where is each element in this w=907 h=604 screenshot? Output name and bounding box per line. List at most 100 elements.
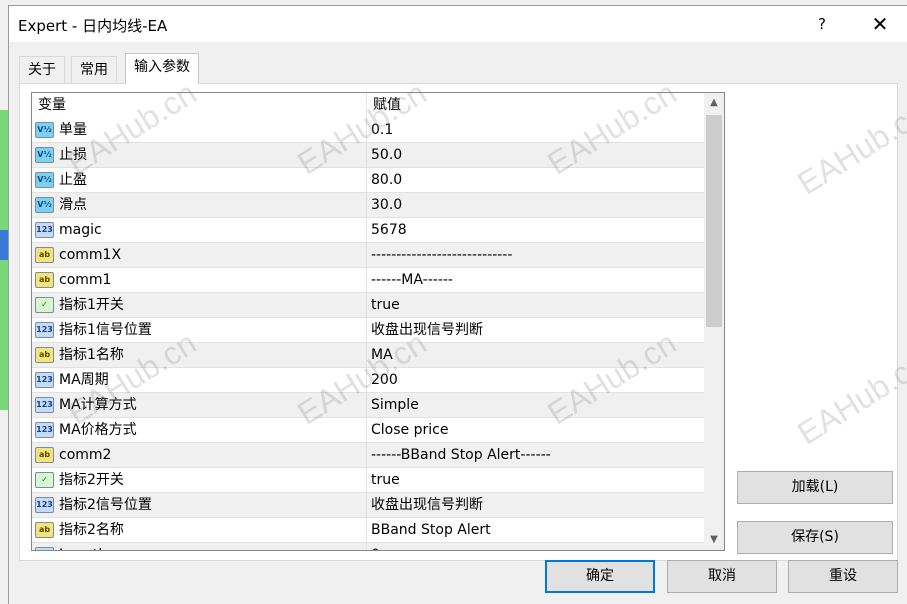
table-row[interactable]: 123 magic 5678 [32, 218, 704, 243]
parameter-name: comm1X [59, 247, 122, 263]
string-type-icon: ab [35, 247, 54, 263]
window-title: Expert - 日内均线-EA [18, 17, 168, 35]
parameter-value[interactable]: 0.1 [371, 118, 393, 142]
parameter-name: 指标1名称 [59, 347, 124, 363]
tab-inputs[interactable]: 输入参数 [125, 53, 199, 84]
tab-about[interactable]: 关于 [19, 56, 65, 83]
scroll-thumb[interactable] [706, 115, 722, 327]
parameter-name: 止盈 [59, 172, 87, 188]
parameter-value[interactable]: ---------------------------- [371, 243, 512, 267]
parameter-value[interactable]: 收盘出现信号判断 [371, 318, 483, 342]
cell-divider [366, 543, 367, 550]
table-row[interactable]: ✓ 指标1开关 true [32, 293, 704, 318]
grid-rows: V½ 单量 0.1 V½ 止损 50.0 V½ 止盈 80.0 V½ 滑点 30.0 123 magic 5… [32, 118, 704, 550]
cell-divider [366, 418, 367, 442]
table-row[interactable]: 123 指标1信号位置 收盘出现信号判断 [32, 318, 704, 343]
table-row[interactable]: ✓ 指标2开关 true [32, 468, 704, 493]
cell-divider [366, 393, 367, 417]
parameter-value[interactable]: Simple [371, 393, 419, 417]
parameter-value[interactable]: BBand Stop Alert [371, 518, 491, 542]
double-type-icon: V½ [35, 122, 54, 138]
cell-divider [366, 118, 367, 142]
bool-type-icon: ✓ [35, 297, 54, 313]
table-row[interactable]: 123 Length 0 [32, 543, 704, 550]
parameter-value[interactable]: 200 [371, 368, 398, 392]
table-row[interactable]: ab comm1X ---------------------------- [32, 243, 704, 268]
tab-common[interactable]: 常用 [71, 56, 117, 83]
cell-divider [366, 268, 367, 292]
parameter-value[interactable]: 5678 [371, 218, 407, 242]
cell-divider [366, 318, 367, 342]
scroll-up-arrow-icon[interactable]: ▲ [704, 93, 724, 113]
parameter-name: comm1 [59, 272, 112, 288]
parameter-value[interactable]: ------MA------ [371, 268, 453, 292]
int-type-icon: 123 [35, 322, 54, 338]
parameter-value[interactable]: ------BBand Stop Alert------ [371, 443, 551, 467]
column-header-value[interactable]: 赋值 [367, 93, 704, 118]
table-row[interactable]: 123 指标2信号位置 收盘出现信号判断 [32, 493, 704, 518]
save-button[interactable]: 保存(S) [737, 521, 893, 554]
cell-divider [366, 443, 367, 467]
table-row[interactable]: V½ 止盈 80.0 [32, 168, 704, 193]
cell-divider [366, 293, 367, 317]
parameter-value[interactable]: 50.0 [371, 143, 402, 167]
table-row[interactable]: ab 指标2名称 BBand Stop Alert [32, 518, 704, 543]
string-type-icon: ab [35, 347, 54, 363]
help-button[interactable]: ? [807, 9, 837, 39]
parameter-name: 止损 [59, 147, 87, 163]
cancel-button[interactable]: 取消 [667, 560, 777, 593]
parameter-value[interactable]: true [371, 468, 400, 492]
parameter-name: 滑点 [59, 197, 87, 213]
cell-divider [366, 193, 367, 217]
parameter-name: MA价格方式 [59, 422, 137, 438]
double-type-icon: V½ [35, 197, 54, 213]
parameters-grid: 变量 赋值 V½ 单量 0.1 V½ 止损 50.0 V½ 止盈 80.0 V½ 滑点 30.0 123… [31, 92, 725, 551]
grid-header: 变量 赋值 [32, 93, 704, 118]
background-app-chart-green [0, 110, 8, 410]
cell-divider [366, 168, 367, 192]
int-type-icon: 123 [35, 547, 54, 550]
cell-divider [366, 493, 367, 517]
int-type-icon: 123 [35, 372, 54, 388]
table-row[interactable]: V½ 单量 0.1 [32, 118, 704, 143]
parameter-name: MA计算方式 [59, 397, 137, 413]
parameter-value[interactable]: true [371, 293, 400, 317]
parameter-value[interactable]: Close price [371, 418, 448, 442]
table-row[interactable]: 123 MA价格方式 Close price [32, 418, 704, 443]
table-row[interactable]: ab comm2 ------BBand Stop Alert------ [32, 443, 704, 468]
table-row[interactable]: 123 MA周期 200 [32, 368, 704, 393]
table-row[interactable]: 123 MA计算方式 Simple [32, 393, 704, 418]
parameter-name: comm2 [59, 447, 112, 463]
int-type-icon: 123 [35, 497, 54, 513]
background-app-chart-blue [0, 230, 8, 260]
close-button[interactable]: ✕ [864, 9, 896, 39]
cell-divider [366, 243, 367, 267]
parameter-value[interactable]: MA [371, 343, 393, 367]
ok-button[interactable]: 确定 [545, 560, 655, 593]
cell-divider [366, 368, 367, 392]
int-type-icon: 123 [35, 422, 54, 438]
table-row[interactable]: ab 指标1名称 MA [32, 343, 704, 368]
parameter-value[interactable]: 收盘出现信号判断 [371, 493, 483, 517]
reset-button[interactable]: 重设 [788, 560, 898, 593]
bool-type-icon: ✓ [35, 472, 54, 488]
scroll-down-arrow-icon[interactable]: ▼ [704, 530, 724, 550]
string-type-icon: ab [35, 522, 54, 538]
parameter-name: 指标1信号位置 [59, 322, 152, 338]
parameter-name: magic [59, 222, 102, 238]
load-button[interactable]: 加载(L) [737, 471, 893, 504]
parameter-name: 指标1开关 [59, 297, 124, 313]
table-row[interactable]: V½ 滑点 30.0 [32, 193, 704, 218]
table-row[interactable]: V½ 止损 50.0 [32, 143, 704, 168]
title-bar[interactable]: Expert - 日内均线-EA ? ✕ [9, 6, 907, 42]
column-header-variable[interactable]: 变量 [32, 93, 366, 118]
parameter-name: Length [59, 543, 107, 550]
vertical-scrollbar[interactable]: ▲ ▼ [704, 93, 724, 550]
cell-divider [366, 343, 367, 367]
double-type-icon: V½ [35, 147, 54, 163]
parameter-value[interactable]: 0 [371, 543, 380, 550]
parameter-value[interactable]: 80.0 [371, 168, 402, 192]
parameter-value[interactable]: 30.0 [371, 193, 402, 217]
table-row[interactable]: ab comm1 ------MA------ [32, 268, 704, 293]
cell-divider [366, 468, 367, 492]
